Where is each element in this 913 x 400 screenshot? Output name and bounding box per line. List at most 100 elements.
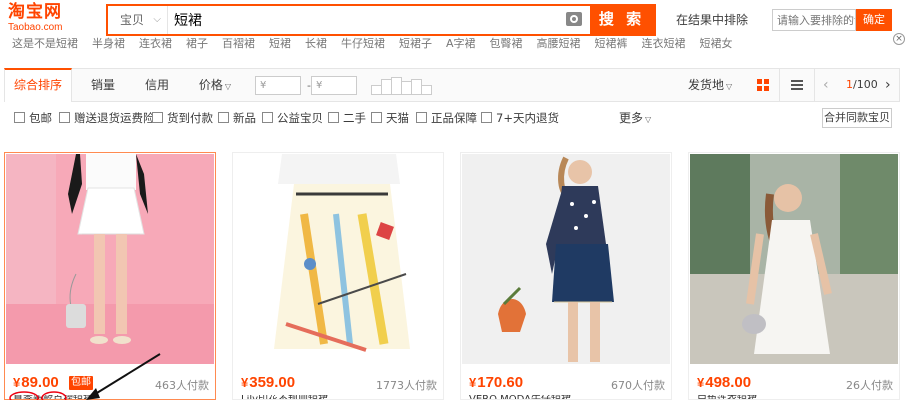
hot-word-link[interactable]: 包臀裙 — [490, 37, 523, 50]
tab-sales[interactable]: 销量 — [85, 68, 121, 102]
tab-comprehensive[interactable]: 综合排序 — [4, 68, 72, 102]
page-indicator: 1/100 — [846, 69, 878, 101]
grid-view-icon[interactable] — [757, 79, 769, 91]
divider — [779, 69, 780, 101]
camera-icon[interactable] — [566, 12, 582, 26]
filter-tmall[interactable]: 天猫 — [371, 112, 409, 126]
chevron-down-icon: ⌵ — [153, 14, 161, 25]
product-image[interactable] — [462, 154, 670, 364]
price-bar — [421, 85, 432, 95]
search-type-dropdown[interactable]: 宝贝 ⌵ — [108, 6, 168, 34]
hot-word-link[interactable]: 裙子 — [186, 37, 208, 50]
tab-price[interactable]: 价格 ▽ — [193, 68, 237, 102]
filter-label: 包邮 — [29, 111, 52, 125]
product-image[interactable] — [690, 154, 898, 364]
checkbox[interactable] — [481, 112, 492, 123]
price-value: 359.00 — [249, 374, 296, 391]
checkbox[interactable] — [416, 112, 427, 123]
next-page-icon[interactable]: › — [885, 69, 891, 101]
product-price: ¥170.60 — [469, 374, 523, 391]
logo-en: Taobao.com — [8, 22, 63, 33]
checkbox[interactable] — [371, 112, 382, 123]
logo-cn: 淘宝网 — [8, 2, 62, 22]
price-from-input[interactable]: ¥ — [255, 76, 301, 95]
checkbox[interactable] — [328, 112, 339, 123]
more-label: 更多 — [619, 111, 644, 125]
prev-page-icon[interactable]: ‹ — [823, 69, 829, 101]
product-title[interactable]: 夏季新款百褶短裙 — [13, 395, 209, 399]
hot-word-link[interactable]: 短裙子 — [399, 37, 432, 50]
hot-word-link[interactable]: 高腰短裙 — [537, 37, 581, 50]
deliver-from-dropdown[interactable]: 发货地 ▽ — [688, 69, 732, 103]
currency-symbol: ¥ — [469, 375, 477, 390]
hot-word-link[interactable]: 长裙 — [305, 37, 327, 50]
deliver-label: 发货地 — [688, 78, 725, 92]
filter-label: 货到付款 — [167, 111, 213, 125]
exclude-confirm-button[interactable]: 确定 — [856, 9, 892, 31]
price-to-input[interactable]: ¥ — [311, 76, 357, 95]
filter-charity[interactable]: 公益宝贝 — [262, 112, 323, 126]
filter-return-insurance[interactable]: 赠送退货运费险 — [59, 112, 155, 126]
checkbox[interactable] — [262, 112, 273, 123]
more-filters-button[interactable]: 更多 ▽ — [619, 110, 651, 128]
product-title[interactable]: 白色连衣短裙 — [697, 395, 893, 399]
price-distribution-chart[interactable] — [371, 77, 435, 95]
search-type-label: 宝贝 — [120, 13, 145, 27]
deal-count: 670人付款 — [611, 379, 665, 392]
close-icon[interactable]: × — [893, 33, 905, 45]
filter-label: 赠送退货运费险 — [74, 111, 155, 125]
hot-word-link[interactable]: 短裙 — [269, 37, 291, 50]
sort-bar: 综合排序 销量 信用 价格 ▽ ¥ - ¥ 发货地 ▽ ‹ 1/100 › — [4, 68, 900, 102]
exclude-input[interactable] — [772, 9, 856, 31]
hot-word-link[interactable]: 半身裙 — [92, 37, 125, 50]
header: 淘宝网 Taobao.com 宝贝 ⌵ 搜 索 在结果中排除 确定 这是不是短裙… — [0, 0, 913, 56]
product-price: ¥359.00 — [241, 374, 295, 391]
checkbox[interactable] — [59, 112, 70, 123]
hot-word-link[interactable]: A字裙 — [446, 37, 476, 50]
filter-label: 二手 — [343, 111, 366, 125]
product-image[interactable] — [6, 154, 214, 364]
checkbox[interactable] — [14, 112, 25, 123]
page-current: 1 — [846, 78, 853, 91]
list-view-icon[interactable] — [791, 80, 803, 90]
filter-label: 公益宝贝 — [277, 111, 323, 125]
chevron-down-icon: ▽ — [645, 115, 652, 124]
divider — [814, 69, 815, 101]
product-title[interactable]: Lily印花不规则短裙 — [241, 395, 437, 399]
hot-word-link[interactable]: 连衣短裙 — [642, 37, 686, 50]
hot-word-link[interactable]: 百褶裙 — [222, 37, 255, 50]
search-input[interactable] — [170, 6, 580, 34]
filter-label: 正品保障 — [431, 111, 477, 125]
product-title[interactable]: VERO MODA牛仔短裙 — [469, 395, 665, 399]
checkbox[interactable] — [218, 112, 229, 123]
hot-word-link[interactable]: 短裙女 — [700, 37, 733, 50]
deal-count: 26人付款 — [846, 379, 893, 392]
currency-symbol: ¥ — [241, 375, 249, 390]
merge-same-button[interactable]: 合并同款宝贝 — [822, 108, 892, 128]
hot-word-link[interactable]: 这是不是短裙 — [12, 37, 78, 50]
product-card[interactable]: ¥89.00 包邮 463人付款 夏季新款百褶短裙 — [4, 152, 216, 400]
filter-7day-return[interactable]: 7+天内退货 — [481, 112, 559, 126]
filter-new[interactable]: 新品 — [218, 112, 256, 126]
filter-label: 天猫 — [386, 111, 409, 125]
deal-count: 1773人付款 — [376, 379, 437, 392]
hot-word-link[interactable]: 连衣裙 — [139, 37, 172, 50]
filter-genuine[interactable]: 正品保障 — [416, 112, 477, 126]
search-button[interactable]: 搜 索 — [590, 6, 654, 34]
filter-free-shipping[interactable]: 包邮 — [14, 112, 52, 126]
tab-credit[interactable]: 信用 — [139, 68, 175, 102]
filter-cod[interactable]: 货到付款 — [152, 112, 213, 126]
checkbox[interactable] — [152, 112, 163, 123]
search-bar: 宝贝 ⌵ 搜 索 — [106, 4, 656, 36]
product-image[interactable] — [234, 154, 442, 364]
product-card[interactable]: ¥170.60 670人付款 VERO MODA牛仔短裙 — [460, 152, 672, 400]
taobao-logo[interactable]: 淘宝网 Taobao.com — [8, 2, 103, 36]
filter-label: 新品 — [233, 111, 256, 125]
price-value: 498.00 — [705, 374, 752, 391]
hot-word-link[interactable]: 短裙裤 — [595, 37, 628, 50]
chevron-down-icon: ▽ — [726, 82, 733, 91]
product-card[interactable]: ¥498.00 26人付款 白色连衣短裙 — [688, 152, 900, 400]
hot-word-link[interactable]: 牛仔短裙 — [341, 37, 385, 50]
product-card[interactable]: ¥359.00 1773人付款 Lily印花不规则短裙 — [232, 152, 444, 400]
filter-secondhand[interactable]: 二手 — [328, 112, 366, 126]
